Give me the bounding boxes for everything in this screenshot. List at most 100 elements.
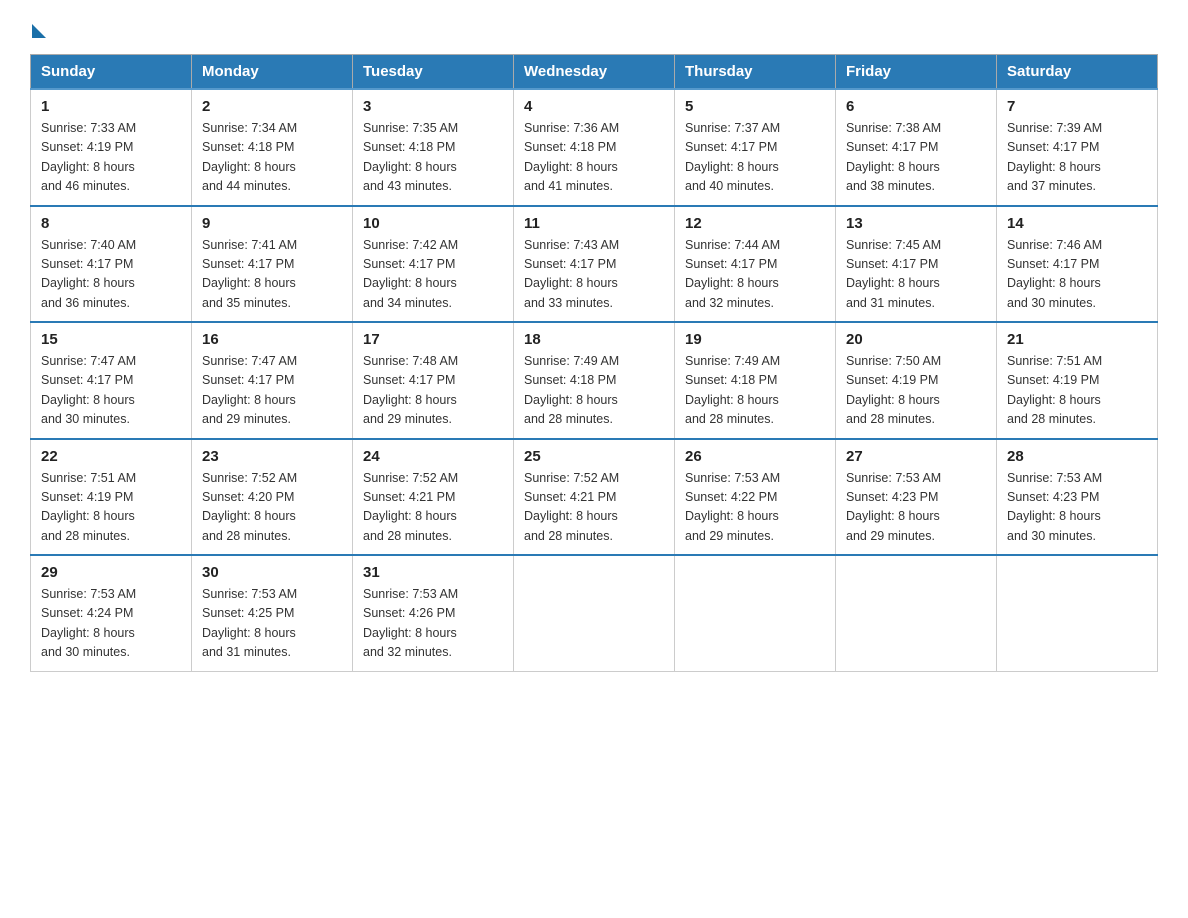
day-number: 9 bbox=[202, 215, 342, 232]
day-info: Sunrise: 7:51 AMSunset: 4:19 PMDaylight:… bbox=[1007, 352, 1147, 430]
calendar-week-row: 1 Sunrise: 7:33 AMSunset: 4:19 PMDaylight… bbox=[31, 89, 1158, 206]
calendar-cell: 25 Sunrise: 7:52 AMSunset: 4:21 PMDayligh… bbox=[514, 439, 675, 556]
calendar-cell: 9 Sunrise: 7:41 AMSunset: 4:17 PMDaylight… bbox=[192, 206, 353, 323]
day-info: Sunrise: 7:47 AMSunset: 4:17 PMDaylight:… bbox=[202, 352, 342, 430]
calendar-cell: 20 Sunrise: 7:50 AMSunset: 4:19 PMDayligh… bbox=[836, 322, 997, 439]
day-number: 14 bbox=[1007, 215, 1147, 232]
calendar-cell bbox=[675, 555, 836, 671]
calendar-cell: 18Sunrise: 7:49 AMSunset: 4:18 PMDayligh… bbox=[514, 322, 675, 439]
day-number: 30 bbox=[202, 564, 342, 581]
calendar-header-monday: Monday bbox=[192, 55, 353, 90]
day-number: 2 bbox=[202, 98, 342, 115]
calendar-week-row: 29 Sunrise: 7:53 AMSunset: 4:24 PMDayligh… bbox=[31, 555, 1158, 671]
day-number: 18 bbox=[524, 331, 664, 348]
calendar-cell bbox=[836, 555, 997, 671]
calendar-table: SundayMondayTuesdayWednesdayThursdayFrid… bbox=[30, 54, 1158, 672]
day-info: Sunrise: 7:53 AMSunset: 4:26 PMDaylight:… bbox=[363, 585, 503, 663]
logo-arrow-icon bbox=[32, 24, 46, 38]
day-number: 12 bbox=[685, 215, 825, 232]
day-info: Sunrise: 7:35 AMSunset: 4:18 PMDaylight:… bbox=[363, 119, 503, 197]
calendar-cell: 14 Sunrise: 7:46 AMSunset: 4:17 PMDayligh… bbox=[997, 206, 1158, 323]
day-info: Sunrise: 7:47 AMSunset: 4:17 PMDaylight:… bbox=[41, 352, 181, 430]
day-number: 20 bbox=[846, 331, 986, 348]
calendar-header-wednesday: Wednesday bbox=[514, 55, 675, 90]
day-info: Sunrise: 7:53 AMSunset: 4:22 PMDaylight:… bbox=[685, 469, 825, 547]
day-info: Sunrise: 7:52 AMSunset: 4:21 PMDaylight:… bbox=[363, 469, 503, 547]
day-info: Sunrise: 7:43 AMSunset: 4:17 PMDaylight:… bbox=[524, 236, 664, 314]
day-info: Sunrise: 7:45 AMSunset: 4:17 PMDaylight:… bbox=[846, 236, 986, 314]
day-info: Sunrise: 7:52 AMSunset: 4:21 PMDaylight:… bbox=[524, 469, 664, 547]
day-info: Sunrise: 7:51 AMSunset: 4:19 PMDaylight:… bbox=[41, 469, 181, 547]
calendar-cell: 31 Sunrise: 7:53 AMSunset: 4:26 PMDayligh… bbox=[353, 555, 514, 671]
day-number: 8 bbox=[41, 215, 181, 232]
calendar-cell: 3 Sunrise: 7:35 AMSunset: 4:18 PMDaylight… bbox=[353, 89, 514, 206]
page-header bbox=[30, 20, 1158, 34]
calendar-cell: 5 Sunrise: 7:37 AMSunset: 4:17 PMDaylight… bbox=[675, 89, 836, 206]
calendar-cell: 21 Sunrise: 7:51 AMSunset: 4:19 PMDayligh… bbox=[997, 322, 1158, 439]
calendar-cell: 27Sunrise: 7:53 AMSunset: 4:23 PMDayligh… bbox=[836, 439, 997, 556]
day-number: 31 bbox=[363, 564, 503, 581]
day-info: Sunrise: 7:37 AMSunset: 4:17 PMDaylight:… bbox=[685, 119, 825, 197]
day-info: Sunrise: 7:41 AMSunset: 4:17 PMDaylight:… bbox=[202, 236, 342, 314]
day-info: Sunrise: 7:49 AMSunset: 4:18 PMDaylight:… bbox=[685, 352, 825, 430]
day-number: 11 bbox=[524, 215, 664, 232]
calendar-week-row: 15 Sunrise: 7:47 AMSunset: 4:17 PMDayligh… bbox=[31, 322, 1158, 439]
calendar-cell: 6 Sunrise: 7:38 AMSunset: 4:17 PMDaylight… bbox=[836, 89, 997, 206]
calendar-header-thursday: Thursday bbox=[675, 55, 836, 90]
day-info: Sunrise: 7:44 AMSunset: 4:17 PMDaylight:… bbox=[685, 236, 825, 314]
day-info: Sunrise: 7:53 AMSunset: 4:23 PMDaylight:… bbox=[1007, 469, 1147, 547]
calendar-cell: 10Sunrise: 7:42 AMSunset: 4:17 PMDayligh… bbox=[353, 206, 514, 323]
calendar-header-saturday: Saturday bbox=[997, 55, 1158, 90]
day-info: Sunrise: 7:50 AMSunset: 4:19 PMDaylight:… bbox=[846, 352, 986, 430]
day-number: 5 bbox=[685, 98, 825, 115]
day-number: 22 bbox=[41, 448, 181, 465]
calendar-week-row: 22 Sunrise: 7:51 AMSunset: 4:19 PMDayligh… bbox=[31, 439, 1158, 556]
day-number: 4 bbox=[524, 98, 664, 115]
calendar-cell: 23 Sunrise: 7:52 AMSunset: 4:20 PMDayligh… bbox=[192, 439, 353, 556]
calendar-cell: 2 Sunrise: 7:34 AMSunset: 4:18 PMDaylight… bbox=[192, 89, 353, 206]
calendar-cell bbox=[514, 555, 675, 671]
calendar-header-friday: Friday bbox=[836, 55, 997, 90]
day-info: Sunrise: 7:34 AMSunset: 4:18 PMDaylight:… bbox=[202, 119, 342, 197]
day-number: 6 bbox=[846, 98, 986, 115]
day-number: 15 bbox=[41, 331, 181, 348]
calendar-cell bbox=[997, 555, 1158, 671]
calendar-cell: 24 Sunrise: 7:52 AMSunset: 4:21 PMDayligh… bbox=[353, 439, 514, 556]
calendar-cell: 26 Sunrise: 7:53 AMSunset: 4:22 PMDayligh… bbox=[675, 439, 836, 556]
calendar-cell: 22 Sunrise: 7:51 AMSunset: 4:19 PMDayligh… bbox=[31, 439, 192, 556]
day-number: 24 bbox=[363, 448, 503, 465]
calendar-cell: 19 Sunrise: 7:49 AMSunset: 4:18 PMDayligh… bbox=[675, 322, 836, 439]
calendar-cell: 7Sunrise: 7:39 AMSunset: 4:17 PMDaylight… bbox=[997, 89, 1158, 206]
logo bbox=[30, 20, 46, 34]
day-number: 21 bbox=[1007, 331, 1147, 348]
day-number: 16 bbox=[202, 331, 342, 348]
day-number: 26 bbox=[685, 448, 825, 465]
day-info: Sunrise: 7:53 AMSunset: 4:24 PMDaylight:… bbox=[41, 585, 181, 663]
calendar-cell: 16 Sunrise: 7:47 AMSunset: 4:17 PMDayligh… bbox=[192, 322, 353, 439]
day-number: 28 bbox=[1007, 448, 1147, 465]
day-info: Sunrise: 7:42 AMSunset: 4:17 PMDaylight:… bbox=[363, 236, 503, 314]
calendar-cell: 1 Sunrise: 7:33 AMSunset: 4:19 PMDaylight… bbox=[31, 89, 192, 206]
day-number: 27 bbox=[846, 448, 986, 465]
day-number: 17 bbox=[363, 331, 503, 348]
calendar-cell: 28 Sunrise: 7:53 AMSunset: 4:23 PMDayligh… bbox=[997, 439, 1158, 556]
day-number: 23 bbox=[202, 448, 342, 465]
day-info: Sunrise: 7:38 AMSunset: 4:17 PMDaylight:… bbox=[846, 119, 986, 197]
calendar-cell: 30 Sunrise: 7:53 AMSunset: 4:25 PMDayligh… bbox=[192, 555, 353, 671]
day-info: Sunrise: 7:53 AMSunset: 4:25 PMDaylight:… bbox=[202, 585, 342, 663]
day-number: 25 bbox=[524, 448, 664, 465]
day-number: 29 bbox=[41, 564, 181, 581]
day-number: 19 bbox=[685, 331, 825, 348]
day-number: 13 bbox=[846, 215, 986, 232]
day-info: Sunrise: 7:39 AMSunset: 4:17 PMDaylight:… bbox=[1007, 119, 1147, 197]
calendar-header-row: SundayMondayTuesdayWednesdayThursdayFrid… bbox=[31, 55, 1158, 90]
day-info: Sunrise: 7:52 AMSunset: 4:20 PMDaylight:… bbox=[202, 469, 342, 547]
day-info: Sunrise: 7:46 AMSunset: 4:17 PMDaylight:… bbox=[1007, 236, 1147, 314]
day-info: Sunrise: 7:40 AMSunset: 4:17 PMDaylight:… bbox=[41, 236, 181, 314]
calendar-cell: 17Sunrise: 7:48 AMSunset: 4:17 PMDayligh… bbox=[353, 322, 514, 439]
calendar-week-row: 8 Sunrise: 7:40 AMSunset: 4:17 PMDaylight… bbox=[31, 206, 1158, 323]
calendar-cell: 15 Sunrise: 7:47 AMSunset: 4:17 PMDayligh… bbox=[31, 322, 192, 439]
day-info: Sunrise: 7:33 AMSunset: 4:19 PMDaylight:… bbox=[41, 119, 181, 197]
day-number: 1 bbox=[41, 98, 181, 115]
day-number: 3 bbox=[363, 98, 503, 115]
